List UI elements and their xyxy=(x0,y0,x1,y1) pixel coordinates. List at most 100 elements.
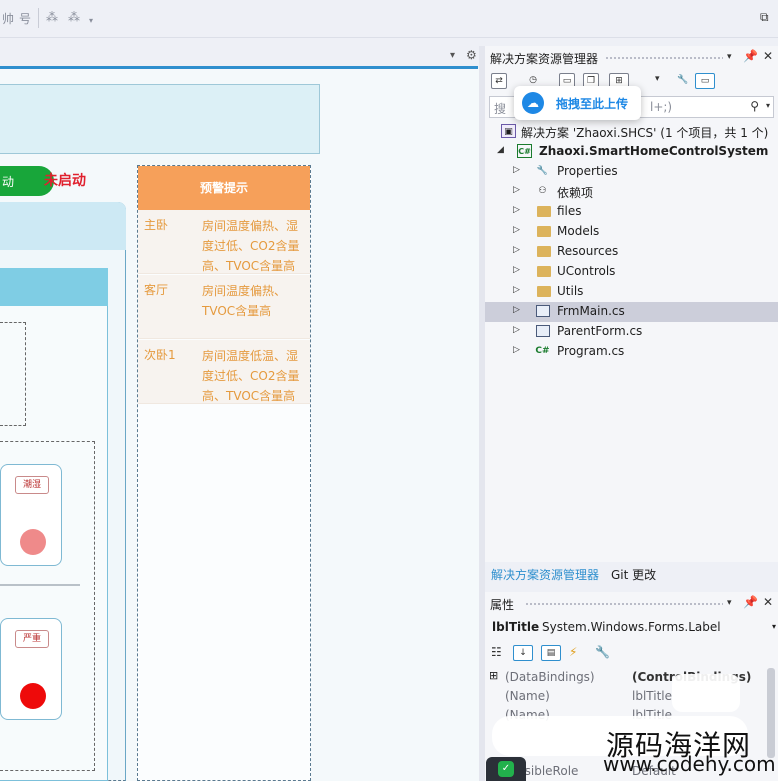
drag-grip[interactable] xyxy=(605,56,723,60)
properties-title: 属性 xyxy=(490,598,515,612)
main-toolbar: 帅 号 ⁂ ⁂ ▾ ⧉ xyxy=(0,0,778,38)
expand-arrow-icon[interactable]: ▷ xyxy=(513,245,520,255)
search-dropdown-icon[interactable]: ▾ xyxy=(766,101,770,110)
form-icon xyxy=(536,325,550,337)
room-card-header[interactable] xyxy=(0,268,108,306)
window-menu-icon[interactable]: ▾ xyxy=(727,598,732,608)
expand-arrow-icon[interactable]: ▷ xyxy=(513,225,520,235)
tree-item-project[interactable]: ◢ C# Zhaoxi.SmartHomeControlSystem xyxy=(485,142,778,162)
properties-icon[interactable]: ▤ xyxy=(541,645,561,661)
warning-room: 主卧 xyxy=(144,218,169,232)
tab-solution-explorer[interactable]: 解决方案资源管理器 xyxy=(491,566,599,583)
window-menu-icon[interactable]: ▾ xyxy=(727,52,732,62)
close-icon[interactable]: ✕ xyxy=(763,595,773,609)
expand-arrow-icon[interactable]: ▷ xyxy=(513,205,520,215)
form-header-panel[interactable] xyxy=(0,84,320,154)
spacing-icon[interactable]: ⁂ xyxy=(68,10,80,24)
tree-item-frmmain[interactable]: ▷ FrmMain.cs xyxy=(485,302,778,322)
folder-icon xyxy=(537,206,551,217)
dependencies-icon: ⚇ xyxy=(538,186,547,196)
tree-item-label: Models xyxy=(557,224,600,238)
status-label[interactable]: 未启动 xyxy=(44,170,86,190)
sensor-placeholder[interactable] xyxy=(0,322,26,426)
property-key: (DataBindings) xyxy=(505,670,595,684)
close-icon[interactable]: ✕ xyxy=(763,49,773,63)
folder-icon xyxy=(537,266,551,277)
properties-scrollbar[interactable] xyxy=(767,668,775,758)
status-badge-humid: 潮湿 xyxy=(15,476,49,494)
tab-dropdown-icon[interactable]: ▾ xyxy=(450,50,455,61)
tree-item-dependencies[interactable]: ▷ ⚇ 依赖项 xyxy=(485,182,778,202)
divider xyxy=(0,584,80,586)
wrench-icon[interactable]: 🔧 xyxy=(675,73,691,89)
toolbar-dropdown-icon[interactable]: ▾ xyxy=(655,74,660,84)
expand-arrow-icon[interactable]: ▷ xyxy=(513,265,520,275)
expand-arrow-icon[interactable]: ▷ xyxy=(513,285,520,295)
expand-arrow-icon[interactable]: ▷ xyxy=(513,185,520,195)
expand-arrow-icon[interactable]: ◢ xyxy=(497,145,504,155)
sync-icon[interactable]: ⇄ xyxy=(491,73,507,89)
sort-alpha-icon[interactable]: ↓ xyxy=(513,645,533,661)
tree-item-utils[interactable]: ▷ Utils xyxy=(485,282,778,302)
search-icon[interactable]: ⚲ xyxy=(750,99,759,113)
warning-row[interactable]: 主卧 房间温度偏热、湿度过低、CO2含量高、TVOC含量高 xyxy=(138,210,310,274)
expand-arrow-icon[interactable]: ▷ xyxy=(513,305,520,315)
tree-item-label: Program.cs xyxy=(557,344,625,358)
layout-icon[interactable]: ⧉ xyxy=(760,10,769,25)
gear-icon[interactable]: ⚙ xyxy=(466,48,477,62)
overflow-icon[interactable]: ▾ xyxy=(89,16,93,25)
folder-icon xyxy=(537,226,551,237)
expand-arrow-icon[interactable]: ▷ xyxy=(513,165,520,175)
warning-row[interactable]: 客厅 房间温度偏热、TVOC含量高 xyxy=(138,275,310,339)
chevron-down-icon[interactable]: ▾ xyxy=(772,622,776,631)
tree-item-files[interactable]: ▷ files xyxy=(485,202,778,222)
tree-item-parentform[interactable]: ▷ ParentForm.cs xyxy=(485,322,778,342)
properties-object-selector[interactable]: lblTitle System.Windows.Forms.Label ▾ xyxy=(490,619,778,637)
upload-popup[interactable]: ☁ 拖拽至此上传 xyxy=(514,86,641,120)
expand-arrow-icon[interactable]: ▷ xyxy=(513,345,520,355)
preview-icon[interactable]: ▭ xyxy=(695,73,715,89)
upload-popup-label: 拖拽至此上传 xyxy=(556,97,629,111)
tree-item-label: FrmMain.cs xyxy=(557,304,625,318)
tree-item-models[interactable]: ▷ Models xyxy=(485,222,778,242)
search-shortcut-hint: l+;) xyxy=(650,100,673,114)
shield-icon: ✓ xyxy=(498,761,514,777)
form-icon xyxy=(536,305,550,317)
tree-item-ucontrols[interactable]: ▷ UControls xyxy=(485,262,778,282)
csharp-file-icon: C# xyxy=(535,346,550,356)
room-group-header[interactable] xyxy=(0,202,126,250)
property-pages-icon[interactable]: 🔧 xyxy=(595,645,610,659)
property-value: lblTitle xyxy=(632,689,673,703)
categorized-icon[interactable]: ☷ xyxy=(491,645,502,659)
pin-icon[interactable]: 📌 xyxy=(743,49,758,63)
warning-row[interactable]: 次卧1 房间温度低温、湿度过低、CO2含量高、TVOC含量高 xyxy=(138,340,310,404)
expand-icon[interactable]: ⊞ xyxy=(489,669,498,682)
device-card-severe[interactable]: 严重 xyxy=(0,618,62,720)
solution-explorer-titlebar: 解决方案资源管理器 ▾ 📌 ✕ xyxy=(485,46,778,68)
tree-item-program[interactable]: ▷ C# Program.cs xyxy=(485,342,778,362)
tree-item-properties[interactable]: ▷ 🔧 Properties xyxy=(485,162,778,182)
solution-explorer-tabs: 解决方案资源管理器 Git 更改 xyxy=(485,562,778,586)
tree-item-label: UControls xyxy=(557,264,616,278)
expand-arrow-icon[interactable]: ▷ xyxy=(513,325,520,335)
tree-item-label: 解决方案 'Zhaoxi.SHCS' (1 个项目，共 1 个) xyxy=(521,126,769,140)
toolbar-glyph-1[interactable]: 帅 xyxy=(2,10,14,27)
wrench-icon: 🔧 xyxy=(536,166,549,176)
tree-item-resources[interactable]: ▷ Resources xyxy=(485,242,778,262)
events-icon[interactable]: ⚡ xyxy=(569,645,577,659)
align-icon[interactable]: ⁂ xyxy=(46,10,58,24)
pin-icon[interactable]: 📌 xyxy=(743,595,758,609)
tab-git-changes[interactable]: Git 更改 xyxy=(611,566,656,583)
device-card-humid[interactable]: 潮湿 xyxy=(0,464,62,566)
indicator-dot-red xyxy=(20,683,46,709)
tree-item-label: files xyxy=(557,204,582,218)
security-tray[interactable]: ✓ xyxy=(486,757,526,781)
cloud-upload-icon: ☁ xyxy=(522,92,544,114)
warning-header[interactable]: 预警提示 xyxy=(138,166,310,210)
warning-room: 次卧1 xyxy=(144,348,176,362)
toolbar-separator xyxy=(38,8,39,28)
tree-item-solution[interactable]: ▣ 解决方案 'Zhaoxi.SHCS' (1 个项目，共 1 个) xyxy=(485,122,778,142)
drag-grip[interactable] xyxy=(525,602,723,606)
folder-icon xyxy=(537,246,551,257)
toolbar-glyph-2[interactable]: 号 xyxy=(19,10,31,27)
